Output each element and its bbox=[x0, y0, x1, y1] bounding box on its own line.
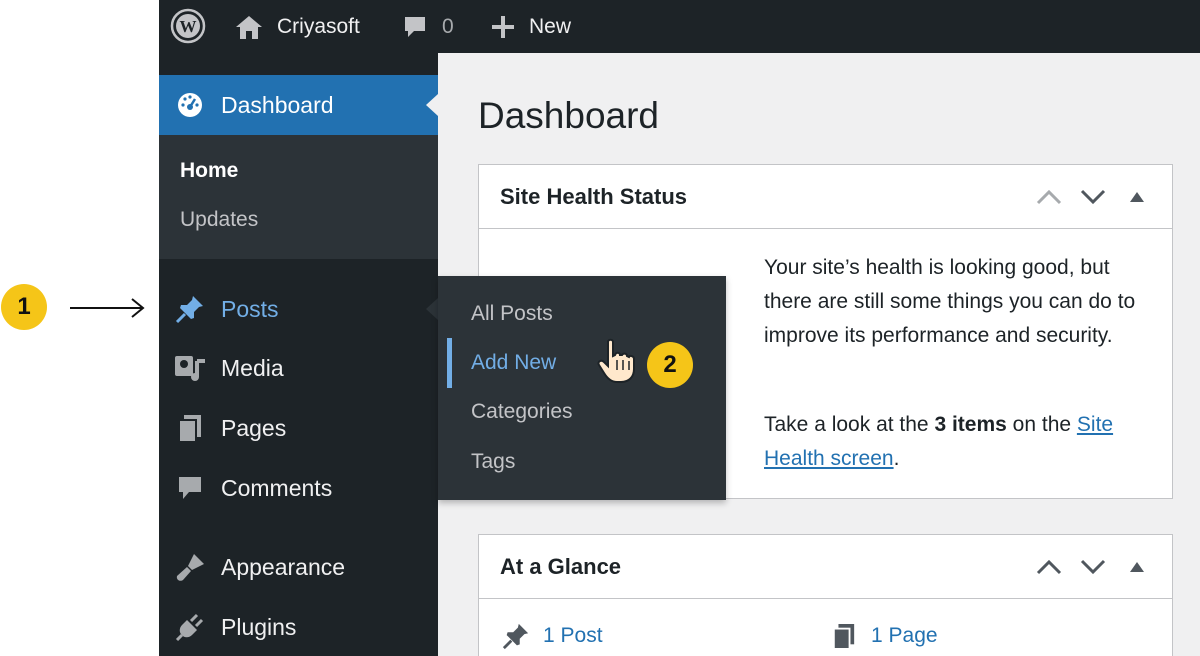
sidebar-item-media[interactable]: Media bbox=[159, 340, 438, 396]
admin-bar: W Criyasoft 0 New bbox=[159, 0, 1200, 53]
site-health-cta: Take a look at the 3 items on the Site H… bbox=[764, 408, 1154, 476]
collapse-triangle-icon[interactable] bbox=[1122, 183, 1152, 211]
comment-icon bbox=[402, 14, 428, 40]
sidebar-item-posts[interactable]: Posts bbox=[159, 281, 438, 337]
admin-bar-comments[interactable]: 0 bbox=[402, 0, 454, 53]
plug-icon bbox=[173, 610, 207, 644]
comments-count: 0 bbox=[442, 14, 454, 38]
flyout-item-all-posts[interactable]: All Posts bbox=[471, 302, 553, 326]
pin-icon bbox=[173, 292, 207, 326]
cta-count: 3 items bbox=[934, 413, 1007, 436]
at-a-glance-panel: At a Glance 1 Post 1 Page bbox=[478, 534, 1173, 656]
svg-text:W: W bbox=[180, 17, 197, 36]
cta-prefix: Take a look at the bbox=[764, 413, 935, 436]
plus-icon bbox=[491, 15, 515, 39]
site-health-message: Your site’s health is looking good, but … bbox=[764, 256, 1136, 347]
hand-cursor-icon bbox=[597, 338, 635, 383]
flyout-item-tags[interactable]: Tags bbox=[471, 450, 515, 474]
dashboard-gauge-icon bbox=[173, 88, 207, 122]
pin-icon bbox=[501, 621, 531, 651]
sidebar-item-plugins[interactable]: Plugins bbox=[159, 599, 438, 655]
sidebar-item-appearance[interactable]: Appearance bbox=[159, 539, 438, 595]
panel-header: Site Health Status bbox=[479, 165, 1172, 229]
home-icon bbox=[235, 14, 263, 40]
wordpress-logo-icon[interactable]: W bbox=[170, 8, 206, 49]
sidebar-item-dashboard[interactable]: Dashboard bbox=[159, 75, 438, 135]
sidebar-item-label: Pages bbox=[221, 414, 287, 441]
arrow-right-icon bbox=[70, 298, 145, 318]
sidebar-item-label: Comments bbox=[221, 474, 333, 501]
panel-title: At a Glance bbox=[500, 553, 622, 579]
brush-icon bbox=[173, 550, 207, 584]
dashboard-submenu: Home Updates bbox=[159, 135, 438, 259]
sidebar-item-label: Media bbox=[221, 354, 284, 381]
flyout-item-categories[interactable]: Categories bbox=[471, 400, 573, 424]
page-title: Dashboard bbox=[478, 95, 660, 136]
glance-post-count[interactable]: 1 Post bbox=[501, 621, 603, 651]
cta-middle: on the bbox=[1006, 413, 1077, 436]
media-icon bbox=[173, 351, 207, 385]
chevron-up-icon[interactable] bbox=[1034, 183, 1064, 211]
chevron-up-icon[interactable] bbox=[1034, 553, 1064, 581]
admin-bar-new[interactable]: New bbox=[491, 0, 571, 53]
panel-title: Site Health Status bbox=[500, 183, 688, 209]
submenu-updates[interactable]: Updates bbox=[180, 208, 258, 232]
admin-bar-site[interactable]: Criyasoft bbox=[235, 0, 360, 53]
chevron-down-icon[interactable] bbox=[1078, 553, 1108, 581]
pages-icon bbox=[829, 621, 859, 651]
sidebar-item-label: Appearance bbox=[221, 553, 346, 580]
panel-controls bbox=[1034, 183, 1152, 211]
panel-header: At a Glance bbox=[479, 535, 1172, 599]
sidebar-item-pages[interactable]: Pages bbox=[159, 400, 438, 456]
cta-suffix: . bbox=[893, 447, 900, 470]
pages-icon bbox=[173, 411, 207, 445]
new-label: New bbox=[529, 14, 572, 38]
chevron-down-icon[interactable] bbox=[1078, 183, 1108, 211]
collapse-triangle-icon[interactable] bbox=[1122, 553, 1152, 581]
submenu-home[interactable]: Home bbox=[180, 159, 238, 183]
glance-page-count[interactable]: 1 Page bbox=[829, 621, 938, 651]
flyout-item-add-new[interactable]: Add New bbox=[471, 351, 556, 375]
glance-page-label: 1 Page bbox=[871, 624, 938, 647]
site-name: Criyasoft bbox=[277, 14, 360, 38]
panel-controls bbox=[1034, 553, 1152, 581]
sidebar-item-label: Posts bbox=[221, 295, 279, 322]
posts-flyout-submenu: All Posts Add New Categories Tags 2 bbox=[438, 276, 726, 500]
glance-post-label: 1 Post bbox=[543, 624, 603, 647]
step-badge-2: 2 bbox=[647, 342, 693, 388]
active-indicator bbox=[447, 338, 452, 388]
sidebar-item-label: Dashboard bbox=[221, 91, 334, 118]
comment-icon bbox=[173, 471, 207, 505]
sidebar-item-comments[interactable]: Comments bbox=[159, 460, 438, 516]
step-badge-1: 1 bbox=[1, 284, 47, 330]
admin-sidebar: Dashboard Home Updates Posts Media Pages… bbox=[159, 53, 438, 656]
sidebar-item-label: Plugins bbox=[221, 613, 297, 640]
